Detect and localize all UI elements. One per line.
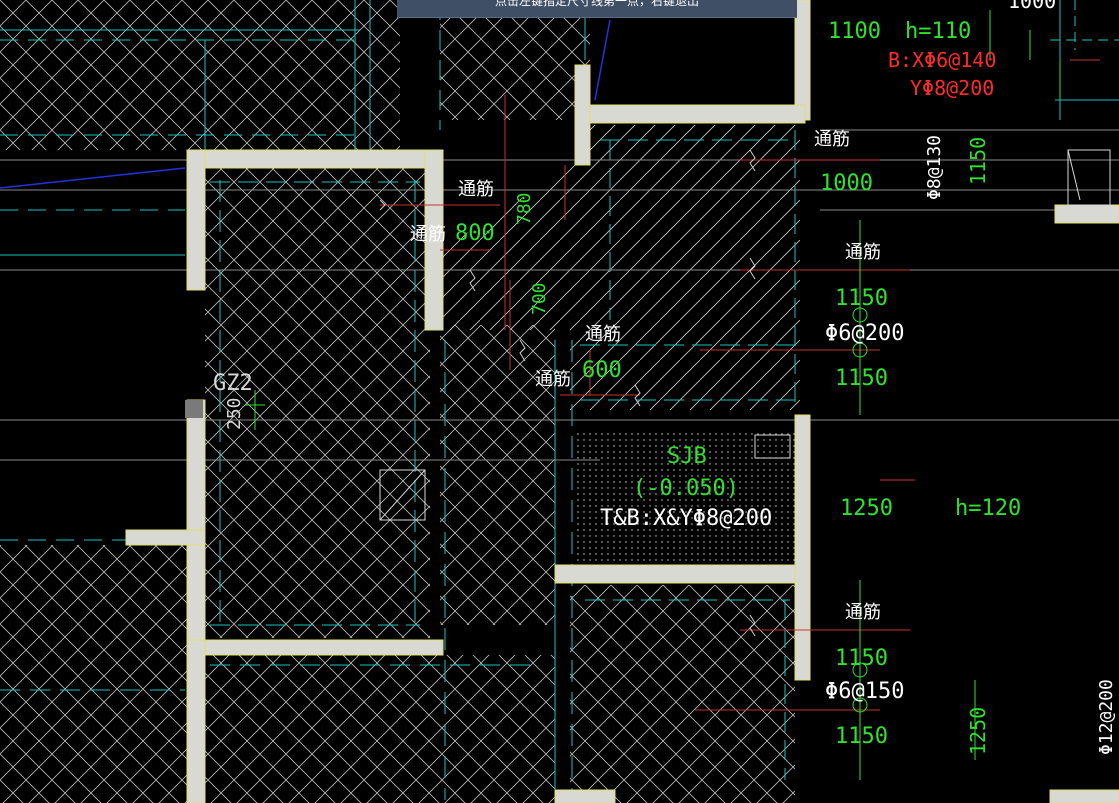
rebar-phi6-200: Φ6@200 <box>825 321 904 346</box>
dim-1250: 1250 <box>840 496 893 521</box>
dim-1250-b: 1250 <box>966 707 990 755</box>
rebar-bottom-y: YΦ8@200 <box>910 76 994 100</box>
column-marker[interactable] <box>185 400 203 418</box>
dim-700: 700 <box>529 282 550 315</box>
tongjin-label-3: 通筋 <box>458 179 494 200</box>
tongjin-label-5: 通筋 <box>585 324 621 345</box>
slab-thickness-120: h=120 <box>955 496 1021 521</box>
dim-780: 780 <box>514 192 535 225</box>
dim-1150-d: 1150 <box>835 724 888 749</box>
tongjin-label-6: 通筋 <box>535 369 571 390</box>
tongjin-label-7: 通筋 <box>845 602 881 623</box>
tongjin-label-4: 通筋 <box>410 224 446 245</box>
dim-800: 800 <box>455 221 495 246</box>
command-prompt-text: 点击左键指定尺寸线第一点，右键退出 <box>494 0 699 8</box>
tongjin-label-1: 通筋 <box>814 129 850 150</box>
dim-1150-r1: 1150 <box>966 137 990 185</box>
rebar-phi12-200: Φ12@200 <box>1096 679 1117 755</box>
dim-1150-a: 1150 <box>835 286 888 311</box>
column-size-250: 250 <box>224 397 245 430</box>
rebar-phi6-150: Φ6@150 <box>825 679 904 704</box>
cad-drawing-canvas[interactable]: 1100 h=110 B:XΦ6@140 YΦ8@200 1000 通筋 100… <box>0 0 1119 803</box>
dim-600: 600 <box>582 358 622 383</box>
tongjin-label-2: 通筋 <box>845 242 881 263</box>
sjb-elevation: (-0.050) <box>633 476 739 501</box>
slab-thickness-110: h=110 <box>905 19 971 44</box>
command-prompt-bar: 点击左键指定尺寸线第一点，右键退出 <box>397 0 797 18</box>
dim-1100: 1100 <box>828 19 881 44</box>
column-label-gz2: GZ2 <box>213 371 253 396</box>
rebar-bottom-x: B:XΦ6@140 <box>888 48 996 72</box>
dim-1150-b: 1150 <box>835 366 888 391</box>
sjb-label: SJB <box>667 444 707 469</box>
sjb-rebar: T&B:X&YΦ8@200 <box>600 506 772 531</box>
dim-1000-top: 1000 <box>1008 0 1056 13</box>
dim-1000: 1000 <box>820 171 873 196</box>
dim-1150-c: 1150 <box>835 646 888 671</box>
rebar-phi8-130: Φ8@130 <box>924 135 945 200</box>
